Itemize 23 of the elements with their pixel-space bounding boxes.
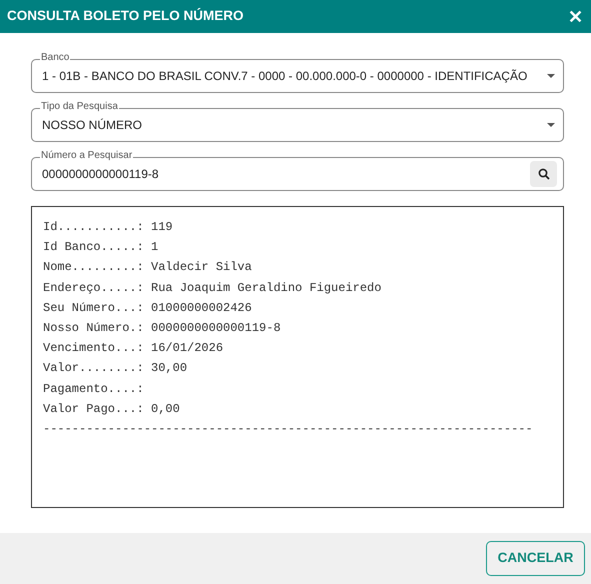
result-line: Nosso Número.: 0000000000000119-8 (43, 320, 282, 337)
result-line: -------------------------------------------------------------------- (43, 420, 534, 438)
dropdown-caret-icon[interactable] (547, 74, 555, 78)
dropdown-caret-icon[interactable] (547, 123, 555, 127)
close-button[interactable]: ✕ (566, 8, 585, 26)
field-value: 0000000000000119-8 (42, 166, 160, 183)
result-line: Seu Número...: 01000000002426 (43, 300, 253, 317)
cancel-button[interactable]: CANCELAR (486, 541, 585, 576)
field-value: 1 - 01B - BANCO DO BRASIL CONV.7 - 0000 - 00.000.000-0 - 0000000 - IDENTIFICAÇÃO (42, 68, 528, 85)
field-label: Número a Pesquisar (40, 150, 134, 162)
result-line: Endereço.....: Rua Joaquim Geraldino Figueiredo (43, 280, 382, 297)
field-value: NOSSO NÚMERO (42, 117, 144, 134)
search-button[interactable] (530, 161, 557, 187)
dialog-title: CONSULTA BOLETO PELO NÚMERO (7, 7, 244, 26)
result-line: Vencimento...: 16/01/2026 (43, 340, 224, 358)
result-line: Nome.........: Valdecir Silva (43, 259, 253, 276)
result-line: Id...........: 119 (43, 219, 174, 236)
result-line: Valor Pago...: 0,00 (43, 400, 181, 418)
result-line: Pagamento....: (43, 380, 145, 398)
result-line: Id Banco.....: 1 (43, 239, 160, 256)
search-icon (538, 168, 550, 180)
field-label: Tipo da Pesquisa (40, 101, 119, 113)
result-line: Valor........: 30,00 (43, 360, 188, 378)
